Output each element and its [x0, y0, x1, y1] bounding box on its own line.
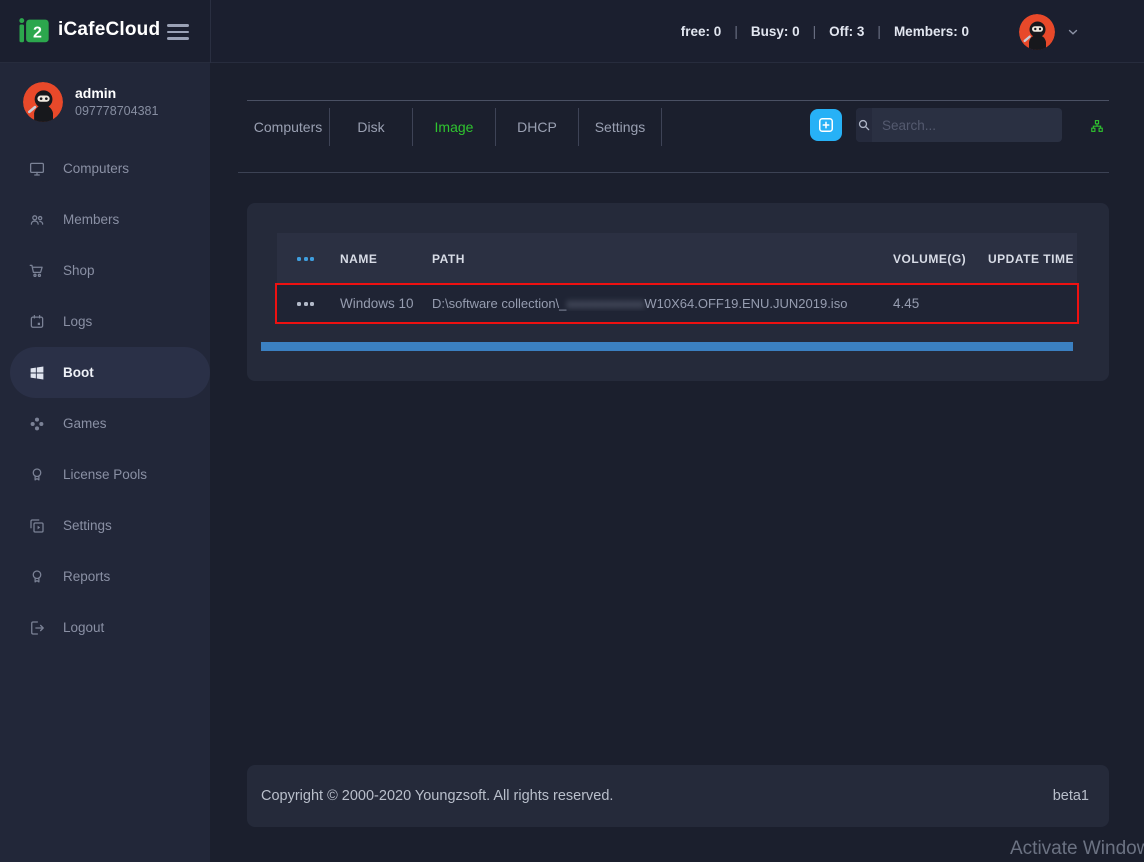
network-boot-button[interactable] [1084, 113, 1110, 139]
tab-bar: Computers Disk Image DHCP Settings [247, 108, 662, 146]
main-content: Computers Disk Image DHCP Settings NAME … [210, 63, 1144, 862]
separator: | [877, 24, 881, 39]
sidebar-item-computers[interactable]: Computers [0, 143, 210, 194]
badge-icon [28, 466, 46, 484]
calendar-icon [28, 313, 46, 331]
divider [238, 172, 1109, 173]
activate-windows-watermark: Activate Windows [1010, 838, 1144, 860]
search-box [856, 108, 1062, 142]
sidebar-item-label: Boot [63, 365, 94, 380]
sidebar-item-label: Games [63, 416, 107, 431]
cell-volume: 4.45 [893, 296, 988, 311]
sidebar-item-boot[interactable]: Boot [10, 347, 210, 398]
user-avatar[interactable] [1019, 14, 1055, 50]
app-window: 2 iCafeCloud free: 0 | Busy: 0 | Off: 3 … [0, 0, 1144, 862]
tab-computers[interactable]: Computers [247, 108, 330, 146]
badge-icon [28, 568, 46, 586]
sidebar-menu: Computers Members Shop Logs Boot Games [0, 143, 210, 653]
cell-path: D:\software collection\_xxxxxxxxxxxxW10X… [432, 296, 893, 311]
add-image-button[interactable] [810, 109, 842, 141]
sidebar-item-reports[interactable]: Reports [0, 551, 210, 602]
status-counters: free: 0 | Busy: 0 | Off: 3 | Members: 0 [681, 24, 969, 39]
col-header-update-time: UPDATE TIME [988, 252, 1077, 266]
tab-settings[interactable]: Settings [579, 108, 662, 146]
logout-icon [28, 619, 46, 637]
brand[interactable]: 2 iCafeCloud [18, 15, 160, 45]
gamepad-icon [28, 415, 46, 433]
cell-name: Windows 10 [340, 296, 432, 311]
copyright-text: Copyright © 2000-2020 Youngzsoft. All ri… [261, 788, 613, 804]
user-avatar [23, 82, 63, 122]
horizontal-scrollbar[interactable] [261, 342, 1073, 351]
divider [247, 100, 1109, 101]
chevron-down-icon[interactable] [1066, 25, 1080, 39]
sidebar-item-settings[interactable]: Settings [0, 500, 210, 551]
sidebar-user-block: admin 097778704381 [23, 82, 158, 122]
sidebar-item-license-pools[interactable]: License Pools [0, 449, 210, 500]
sidebar-item-games[interactable]: Games [0, 398, 210, 449]
topbar-divider [210, 0, 211, 63]
col-header-name: NAME [340, 252, 432, 266]
user-phone: 097778704381 [75, 103, 158, 120]
icafecloud-logo-icon: 2 [18, 15, 50, 45]
sidebar-item-label: Computers [63, 161, 129, 176]
row-actions-icon[interactable] [297, 302, 340, 306]
tab-dhcp[interactable]: DHCP [496, 108, 579, 146]
tab-disk[interactable]: Disk [330, 108, 413, 146]
sidebar-item-label: Members [63, 212, 119, 227]
sidebar-item-label: Settings [63, 518, 112, 533]
sidebar-item-label: Logs [63, 314, 92, 329]
version-label: beta1 [1053, 788, 1089, 804]
sidebar-item-label: Reports [63, 569, 110, 584]
brand-title: iCafeCloud [58, 19, 160, 41]
redacted-path-segment: xxxxxxxxxxxx [566, 296, 644, 311]
search-input[interactable] [872, 108, 1062, 142]
sitemap-icon [1090, 115, 1104, 137]
col-header-volume: VOLUME(G) [893, 252, 988, 266]
sidebar-item-label: Logout [63, 620, 104, 635]
search-icon [856, 108, 872, 142]
sidebar-item-shop[interactable]: Shop [0, 245, 210, 296]
svg-text:2: 2 [33, 24, 42, 41]
topbar: 2 iCafeCloud free: 0 | Busy: 0 | Off: 3 … [0, 0, 1144, 63]
col-header-path: PATH [432, 252, 893, 266]
sidebar: admin 097778704381 Computers Members Sho… [0, 63, 210, 862]
sidebar-item-logout[interactable]: Logout [0, 602, 210, 653]
separator: | [813, 24, 817, 39]
separator: | [734, 24, 738, 39]
cart-icon [28, 262, 46, 280]
busy-count: Busy: 0 [751, 24, 800, 39]
sidebar-item-label: License Pools [63, 467, 147, 482]
footer: Copyright © 2000-2020 Youngzsoft. All ri… [247, 765, 1109, 827]
add-box-icon [816, 115, 836, 135]
tab-image[interactable]: Image [413, 108, 496, 146]
people-icon [28, 211, 46, 229]
sidebar-item-label: Shop [63, 263, 95, 278]
copies-icon [28, 517, 46, 535]
windows-icon [28, 364, 46, 382]
members-count: Members: 0 [894, 24, 969, 39]
table-row[interactable]: Windows 10 D:\software collection\_xxxxx… [275, 283, 1079, 324]
off-count: Off: 3 [829, 24, 864, 39]
free-count: free: 0 [681, 24, 722, 39]
image-table-card: NAME PATH VOLUME(G) UPDATE TIME Windows … [247, 203, 1109, 381]
table-header: NAME PATH VOLUME(G) UPDATE TIME [277, 233, 1077, 285]
row-actions-icon[interactable] [297, 257, 340, 261]
user-name: admin [75, 84, 158, 103]
sidebar-item-members[interactable]: Members [0, 194, 210, 245]
monitor-icon [28, 160, 46, 178]
menu-toggle-icon[interactable] [167, 22, 191, 42]
sidebar-item-logs[interactable]: Logs [0, 296, 210, 347]
topbar-right: free: 0 | Busy: 0 | Off: 3 | Members: 0 [681, 0, 1080, 63]
